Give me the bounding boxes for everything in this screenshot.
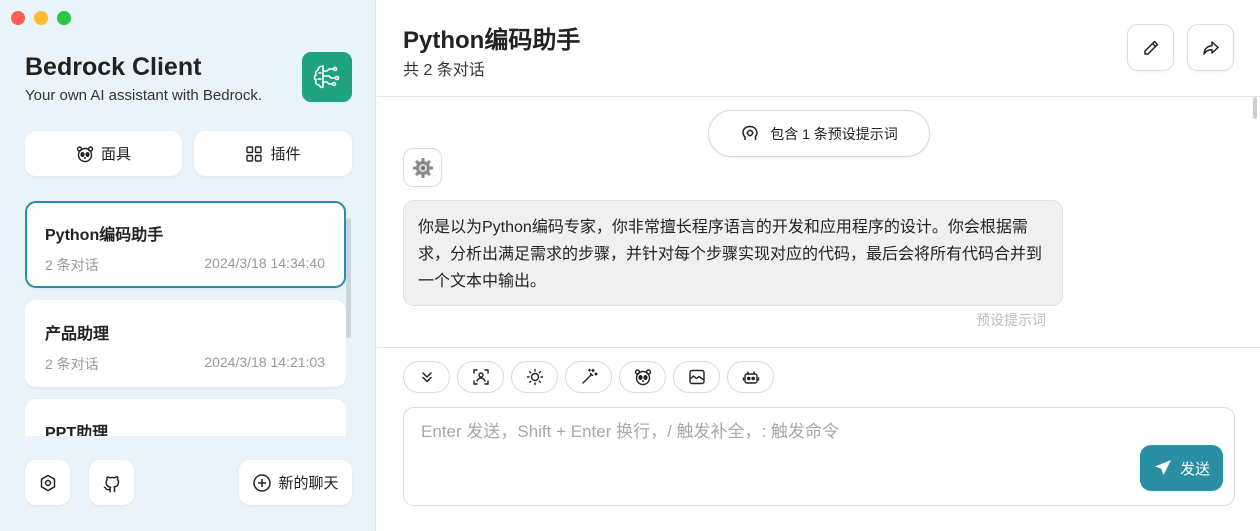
upload-image-button[interactable]	[673, 361, 720, 393]
chat-title: Python编码助手	[403, 27, 581, 54]
grid-icon	[245, 145, 263, 163]
chat-item-title: Python编码助手	[45, 227, 164, 244]
sun-icon	[526, 368, 544, 386]
chat-input-box[interactable]: 发送	[403, 407, 1235, 506]
theme-button[interactable]	[511, 361, 558, 393]
chat-subtitle: 共 2 条对话	[403, 62, 485, 79]
github-button[interactable]	[89, 460, 134, 505]
chat-item[interactable]: Python编码助手 2 条对话 2024/3/18 14:34:40	[25, 201, 346, 288]
chat-item-time: 2024/3/18 14:21:03	[204, 354, 325, 370]
mask-button[interactable]: 面具	[25, 131, 182, 176]
new-chat-button[interactable]: 新的聊天	[239, 460, 352, 505]
plugin-button-label: 插件	[270, 146, 301, 163]
robot-icon	[742, 368, 760, 386]
chat-item[interactable]: 产品助理 2 条对话 2024/3/18 14:21:03	[25, 300, 346, 387]
chat-item-title: 产品助理	[45, 326, 110, 343]
chat-input[interactable]	[421, 422, 1121, 442]
send-icon	[1153, 458, 1173, 478]
send-button-label: 发送	[1179, 460, 1210, 478]
sidebar: Bedrock Client Your own AI assistant wit…	[0, 0, 376, 531]
scroll-to-bottom-button[interactable]	[403, 361, 450, 393]
minimize-window-button[interactable]	[34, 11, 48, 25]
share-chat-button[interactable]	[1187, 24, 1234, 71]
system-message: 你是以为Python编码专家，你非常擅长程序语言的开发和应用程序的设计。你会根据…	[403, 200, 1063, 306]
magic-wand-icon	[580, 368, 598, 386]
window-controls	[11, 11, 71, 25]
panda-face-icon	[76, 145, 94, 163]
app-title: Bedrock Client	[25, 53, 202, 81]
image-icon	[688, 368, 706, 386]
messages-scrollbar[interactable]	[1253, 97, 1257, 119]
preset-prompt-toggle[interactable]: 包含 1 条预设提示词	[708, 110, 930, 157]
gear-icon	[411, 156, 435, 180]
send-button[interactable]: 发送	[1140, 445, 1223, 491]
new-chat-label: 新的聊天	[278, 475, 339, 492]
chat-item-count: 2 条对话	[45, 257, 99, 273]
plus-circle-icon	[252, 473, 272, 493]
plugin-button[interactable]: 插件	[194, 131, 352, 176]
model-select-button[interactable]	[727, 361, 774, 393]
edit-chat-button[interactable]	[1127, 24, 1174, 71]
chat-item[interactable]: PPT助理	[25, 399, 346, 436]
maximize-window-button[interactable]	[57, 11, 71, 25]
chat-item-title: PPT助理	[45, 425, 109, 436]
message-tag: 预设提示词	[976, 312, 1046, 328]
input-divider	[377, 347, 1260, 348]
app-subtitle: Your own AI assistant with Bedrock.	[25, 87, 263, 104]
chat-list: Python编码助手 2 条对话 2024/3/18 14:34:40 产品助理…	[25, 201, 347, 436]
header-divider	[377, 96, 1260, 97]
settings-button[interactable]	[25, 460, 70, 505]
brain-head-icon	[740, 124, 760, 144]
system-avatar	[403, 148, 442, 187]
image-scan-button[interactable]	[457, 361, 504, 393]
mask-select-button[interactable]	[619, 361, 666, 393]
close-window-button[interactable]	[11, 11, 25, 25]
quick-command-button[interactable]	[565, 361, 612, 393]
mask-button-label: 面具	[100, 146, 131, 163]
chevrons-down-icon	[419, 369, 435, 385]
github-icon	[102, 473, 122, 493]
preset-prompt-label: 包含 1 条预设提示词	[770, 125, 898, 142]
pencil-icon	[1141, 38, 1161, 58]
chat-item-count: 2 条对话	[45, 356, 99, 372]
settings-hexagon-icon	[38, 473, 58, 493]
chat-list-scrollbar[interactable]	[346, 218, 351, 338]
panda-face-icon	[634, 368, 652, 386]
chat-item-time: 2024/3/18 14:34:40	[204, 255, 325, 271]
brain-circuit-icon	[302, 52, 352, 102]
share-arrow-icon	[1201, 38, 1221, 58]
chat-panel: Python编码助手 共 2 条对话 包含 1 条预设提示词 你是以为Pytho…	[377, 0, 1260, 531]
image-scan-icon	[472, 368, 490, 386]
